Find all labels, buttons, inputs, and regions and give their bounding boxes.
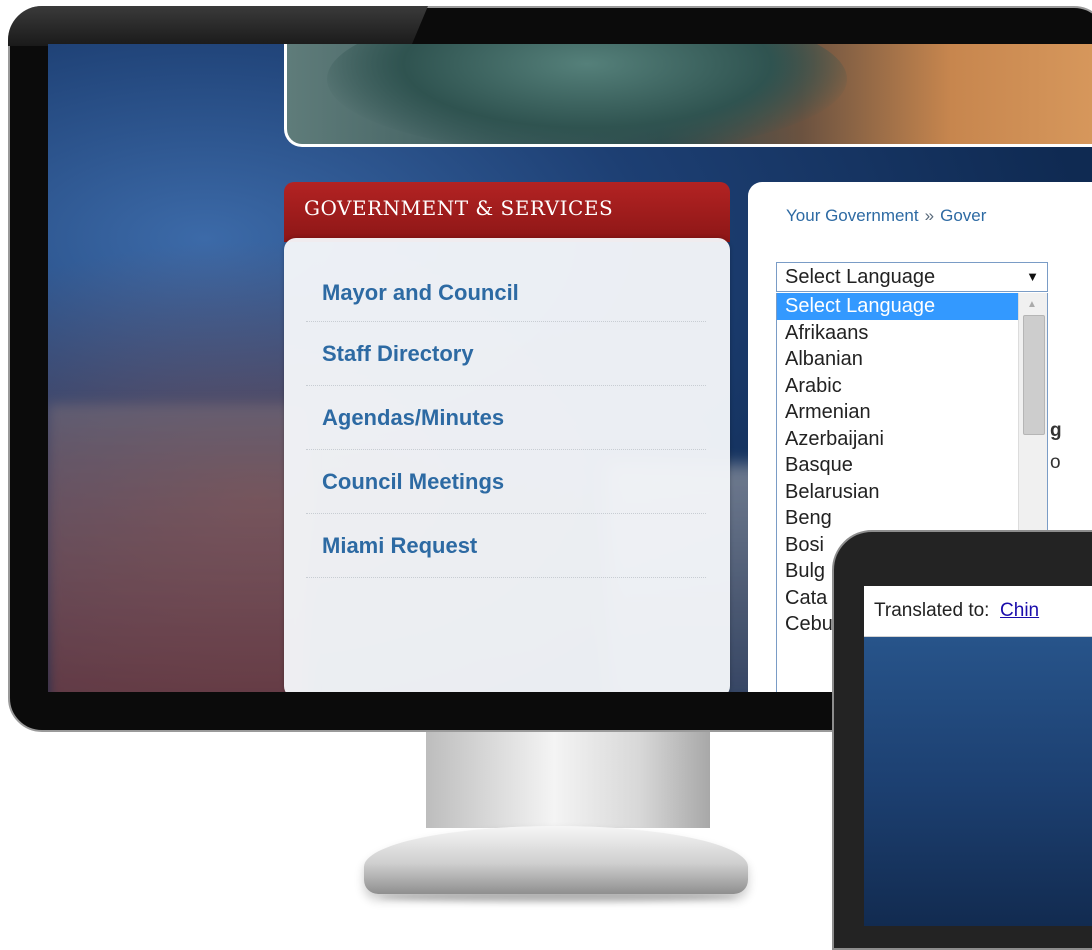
breadcrumb-separator: » — [924, 206, 935, 225]
statue-image — [327, 44, 847, 144]
translate-bar: Translated to: Chin — [864, 586, 1092, 637]
sidebar-item-staff-directory[interactable]: Staff Directory — [306, 322, 706, 386]
sidebar-menu: Mayor and Council Staff Directory Agenda… — [306, 264, 706, 578]
language-option[interactable]: Select Language — [777, 293, 1021, 320]
language-option[interactable]: Albanian — [777, 346, 1021, 373]
language-option[interactable]: Belarusian — [777, 479, 1021, 506]
content-text-fragment: g — [1050, 420, 1062, 441]
sidebar-item-agendas-minutes[interactable]: Agendas/Minutes — [306, 386, 706, 450]
sidebar-header: GOVERNMENT & SERVICES — [284, 182, 730, 242]
content-text-fragment-2: o — [1050, 452, 1061, 473]
sidebar-item-council-meetings[interactable]: Council Meetings — [306, 450, 706, 514]
sidebar-title: GOVERNMENT & SERVICES — [304, 196, 614, 220]
language-option[interactable]: Armenian — [777, 399, 1021, 426]
sidebar-item-mayor-and-council[interactable]: Mayor and Council — [306, 264, 706, 322]
language-select[interactable]: Select Language ▼ — [776, 262, 1048, 292]
scrollbar-thumb[interactable] — [1023, 315, 1045, 435]
breadcrumb: Your Government » Gover — [786, 206, 986, 226]
translate-status: Translated to: Chin — [874, 600, 1039, 622]
language-option[interactable]: Afrikaans — [777, 320, 1021, 347]
tablet-screen: Translated to: Chin — [864, 586, 1092, 926]
sidebar-item-miami-request[interactable]: Miami Request — [306, 514, 706, 578]
language-option[interactable]: Arabic — [777, 373, 1021, 400]
language-option[interactable]: Azerbaijani — [777, 426, 1021, 453]
scroll-up-arrow-icon[interactable]: ▲ — [1027, 299, 1037, 310]
translate-prefix: Translated to: — [874, 600, 990, 621]
monitor-glare — [8, 6, 428, 46]
language-option[interactable]: Beng — [777, 505, 1021, 532]
translate-language-link[interactable]: Chin — [1000, 600, 1039, 621]
header-banner-image — [284, 44, 1092, 147]
language-option[interactable]: Basque — [777, 452, 1021, 479]
monitor-stand-neck — [426, 732, 710, 828]
dropdown-arrow-icon: ▼ — [1026, 269, 1039, 284]
background-building — [48, 404, 308, 692]
language-select-value: Select Language — [785, 266, 936, 288]
breadcrumb-link-your-government[interactable]: Your Government — [786, 206, 919, 225]
sidebar-panel: Mayor and Council Staff Directory Agenda… — [284, 238, 730, 692]
breadcrumb-link-government[interactable]: Gover — [940, 206, 986, 225]
monitor-stand-base — [364, 826, 748, 894]
